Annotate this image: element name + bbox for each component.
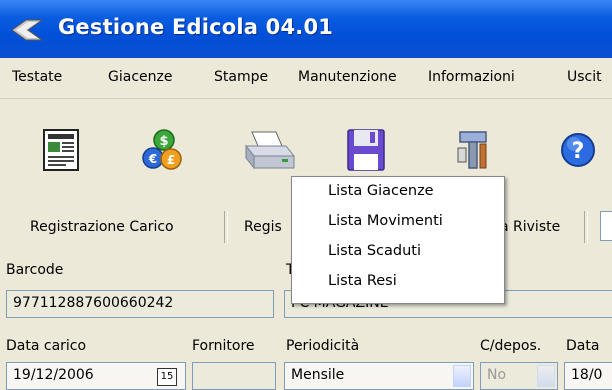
window-title: Gestione Edicola 04.01 [58, 15, 334, 39]
help-icon[interactable]: ? [556, 128, 600, 172]
toolbar-separator [224, 211, 228, 243]
cdepos-select[interactable]: No [480, 362, 558, 390]
riviste-button[interactable]: a Riviste [500, 219, 560, 235]
cdepos-label: C/depos. [480, 338, 542, 354]
app-icon [11, 19, 44, 41]
menu-item-lista-resi[interactable]: Lista Resi [328, 273, 397, 289]
floppy-disk-icon[interactable] [346, 128, 386, 172]
registrazione-carico-button[interactable]: Registrazione Carico [30, 219, 174, 235]
menu-item-lista-giacenze[interactable]: Lista Giacenze [328, 183, 434, 199]
svg-text:€: € [148, 152, 157, 166]
menu-giacenze[interactable]: Giacenze [108, 69, 172, 85]
chevron-down-icon[interactable] [453, 365, 471, 387]
menu-manutenzione[interactable]: Manutenzione [298, 69, 397, 85]
svg-text:£: £ [167, 153, 175, 167]
svg-text:$: $ [159, 134, 168, 149]
stampe-dropdown-menu: Lista Giacenze Lista Movimenti Lista Sca… [291, 176, 505, 304]
calendar-icon[interactable]: 15 [157, 368, 177, 386]
coins-icon[interactable]: $ € £ [140, 128, 184, 172]
data-field[interactable]: 18/0 [564, 362, 612, 390]
menu-bar: Testate Giacenze Stampe Manutenzione Inf… [0, 58, 612, 99]
title-bar: Gestione Edicola 04.01 [0, 0, 612, 58]
registrazione-button[interactable]: Regis [244, 219, 282, 235]
menu-item-lista-movimenti[interactable]: Lista Movimenti [328, 213, 443, 229]
barcode-field[interactable]: 977112887600660242 [6, 290, 274, 318]
svg-text:?: ? [572, 139, 585, 164]
printer-icon[interactable] [242, 128, 298, 174]
data-label: Data [566, 338, 600, 354]
menu-informazioni[interactable]: Informazioni [428, 69, 515, 85]
menu-stampe[interactable]: Stampe [214, 69, 268, 85]
periodicita-select[interactable]: Mensile [284, 362, 474, 390]
data-carico-value: 19/12/2006 [13, 367, 94, 383]
fornitore-field[interactable] [192, 362, 276, 390]
fornitore-label: Fornitore [192, 338, 255, 354]
periodicita-label: Periodicità [286, 338, 360, 354]
chevron-down-icon[interactable] [537, 365, 555, 387]
menu-item-lista-scaduti[interactable]: Lista Scaduti [328, 243, 421, 259]
data-carico-label: Data carico [6, 338, 87, 354]
partial-field [600, 211, 612, 241]
cdepos-value: No [487, 367, 507, 383]
menu-uscita[interactable]: Uscit [567, 69, 602, 85]
menu-testate[interactable]: Testate [12, 69, 62, 85]
barcode-label: Barcode [6, 262, 64, 278]
newspaper-icon[interactable] [40, 128, 84, 172]
periodicita-value: Mensile [291, 367, 345, 383]
data-carico-field[interactable]: 19/12/2006 15 [6, 362, 186, 390]
toolbar-separator [584, 211, 588, 243]
tools-icon[interactable] [452, 128, 496, 172]
